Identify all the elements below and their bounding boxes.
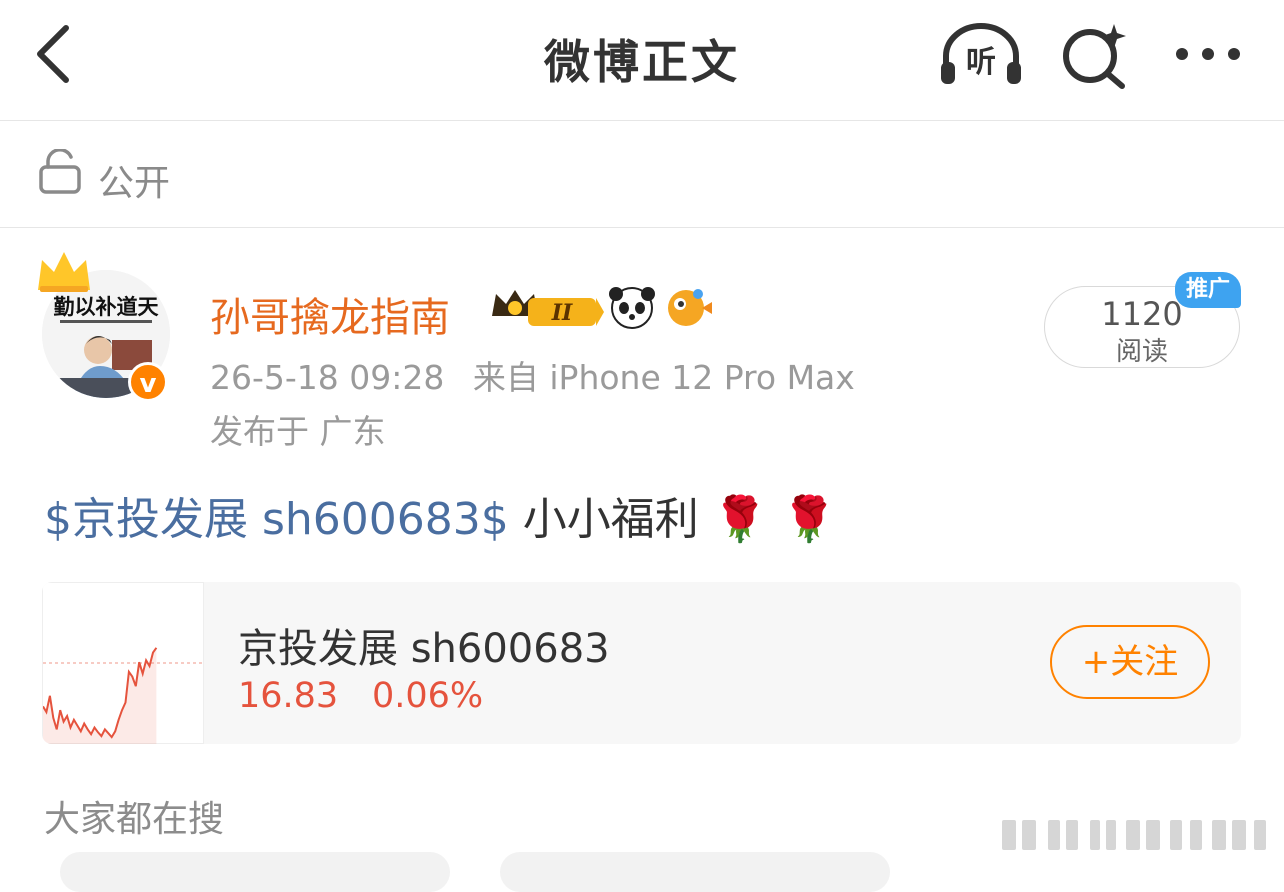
stock-mini-chart — [42, 582, 205, 744]
search-button[interactable] — [1058, 20, 1130, 96]
trending-search-title: 大家都在搜 — [44, 799, 225, 840]
more-dots-icon — [1176, 48, 1240, 60]
promo-badge: 推广 — [1175, 272, 1241, 308]
top-nav-bar: 微博正文 听 — [0, 0, 1284, 121]
member-badges: II — [492, 287, 712, 329]
stock-change: 0.06% — [372, 676, 484, 716]
search-pill[interactable] — [60, 852, 450, 892]
post-body: 小小福利 — [508, 494, 699, 545]
author-name[interactable]: 孙哥擒龙指南 — [210, 285, 450, 343]
search-icon — [1063, 24, 1126, 89]
avatar-calligraphy: 勤以补道天 — [54, 294, 160, 319]
headphones-icon: 听 — [941, 23, 1021, 84]
panda-icon — [609, 287, 655, 329]
vip-level: II — [551, 300, 573, 326]
vip-crown-badge-icon: II — [492, 290, 604, 326]
stock-name: 京投发展 sh600683 — [238, 626, 610, 672]
pufferfish-icon — [668, 289, 712, 326]
stock-card[interactable]: 京投发展 sh600683 16.83 0.06% +关注 — [42, 582, 1241, 744]
read-count-label: 阅读 — [1115, 337, 1168, 367]
crown-icon — [38, 252, 90, 292]
stock-price: 16.83 — [238, 676, 339, 716]
more-button[interactable] — [1172, 36, 1244, 76]
listen-label: 听 — [966, 45, 996, 80]
post-time: 26-5-18 09:28 — [210, 358, 445, 397]
post-location: 发布于 广东 — [210, 412, 386, 451]
follow-button[interactable]: +关注 — [1050, 625, 1210, 699]
post-meta: 26-5-18 09:28 来自 iPhone 12 Pro Max — [210, 351, 855, 399]
visibility-row: 公开 — [0, 121, 1284, 228]
unlock-icon — [39, 149, 81, 194]
visibility-label: 公开 — [98, 163, 171, 204]
listen-button[interactable]: 听 — [938, 20, 1024, 96]
verified-badge: v — [128, 362, 168, 402]
post-source: 来自 iPhone 12 Pro Max — [472, 358, 855, 397]
watermark-logo — [1002, 820, 1266, 850]
stock-topic-link[interactable]: $京投发展 sh600683$ — [44, 494, 509, 545]
rose-emoji: 🌹 🌹 — [712, 494, 837, 545]
search-pill[interactable] — [500, 852, 890, 892]
post-text: $京投发展 sh600683$ 小小福利 🌹 🌹 — [44, 483, 836, 547]
